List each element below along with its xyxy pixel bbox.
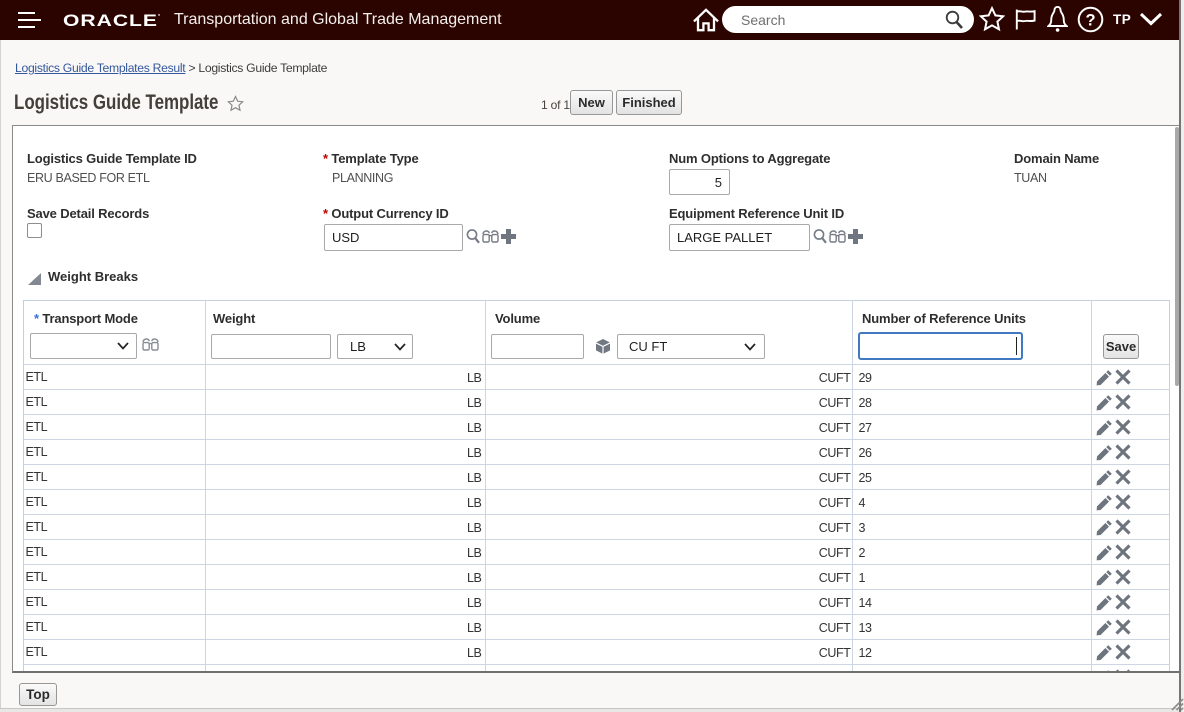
svg-text:?: ? bbox=[1085, 12, 1095, 30]
